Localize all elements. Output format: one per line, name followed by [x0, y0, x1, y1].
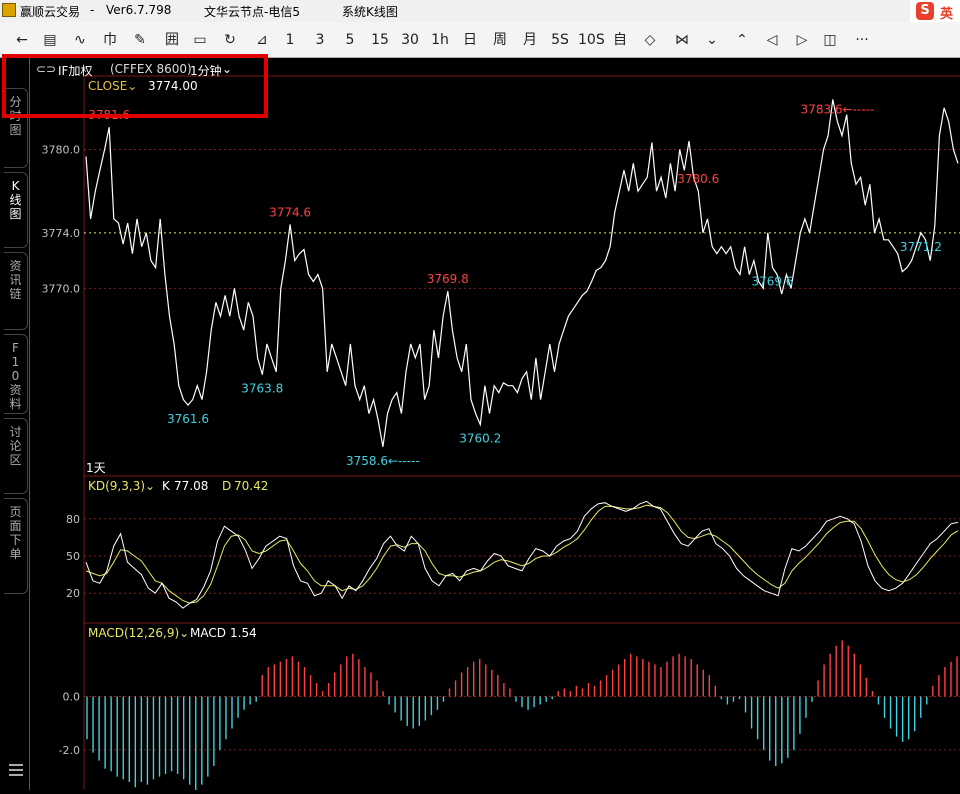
tab-discussion[interactable]: 讨论区: [4, 418, 28, 494]
kd-k-line: [85, 500, 959, 609]
tab-label: K线图: [9, 179, 22, 221]
title-separator: -: [90, 3, 95, 17]
ime-indicator[interactable]: S 英: [910, 0, 960, 22]
period-custom[interactable]: 自: [608, 29, 632, 51]
window-titlebar: 赢顺云交易 - Ver6.7.798 文华云节点-电信5 系统K线图 S 英: [0, 0, 960, 22]
tab-label: 讨论区: [9, 425, 22, 467]
high-price-label: 3780.6: [677, 172, 719, 186]
kd-tick-label: 20: [66, 587, 80, 600]
chevron-down-icon[interactable]: ⌄: [222, 62, 232, 76]
price-line: [85, 99, 959, 447]
close-indicator-label: CLOSE⌄: [88, 79, 137, 93]
ime-logo-icon: S: [916, 2, 934, 20]
high-price-label: 3781.6: [88, 108, 130, 122]
symbol-bar: ⊂⊃ IF加权 (CFFEX 8600) 1分钟 ⌄: [30, 60, 960, 78]
period-selector[interactable]: 1分钟: [190, 62, 222, 79]
macd-tick-label: -2.0: [59, 744, 80, 757]
low-price-label: 3771.2: [900, 240, 942, 254]
move-left-icon[interactable]: ◁: [760, 29, 784, 51]
save-icon[interactable]: ▭: [188, 29, 212, 51]
kd-k-name: K: [162, 479, 171, 493]
chart-canvas[interactable]: 3780.0 3774.0 3770.0 3781.6 3774.6 3769.8 3780…: [30, 58, 960, 790]
kd-d-value: 70.42: [234, 479, 268, 493]
kd-k-value: 77.08: [174, 479, 208, 493]
tab-f10[interactable]: F10资料: [4, 334, 28, 414]
left-sidebar: 分时图 K线图 资讯链 F10资料 讨论区 页面下单: [0, 58, 30, 790]
tab-label: 资讯链: [9, 259, 22, 301]
macd-indicator-label: MACD(12,26,9)⌄: [88, 626, 189, 640]
period-1h[interactable]: 1h: [428, 29, 452, 51]
low-price-label: 3760.2: [459, 432, 501, 446]
app-title: 赢顺云交易: [20, 5, 81, 19]
back-icon[interactable]: ←: [10, 29, 34, 51]
zoom-in-icon[interactable]: ◇: [638, 29, 662, 51]
line-chart-icon[interactable]: ∿: [68, 29, 92, 51]
period-week[interactable]: 周: [488, 29, 512, 51]
candlestick-icon[interactable]: 巾: [98, 29, 122, 51]
symbol-name[interactable]: IF加权: [58, 62, 92, 79]
app-version: Ver6.7.798: [106, 3, 172, 17]
high-price-label: 3774.6: [269, 206, 311, 220]
period-3m[interactable]: 3: [308, 29, 332, 51]
more-icon[interactable]: ···: [850, 29, 874, 51]
draw-tool-icon[interactable]: ✎: [128, 29, 152, 51]
link-icon[interactable]: ⊂⊃: [36, 62, 56, 76]
ime-language: 英: [940, 7, 954, 22]
move-right-icon[interactable]: ▷: [790, 29, 814, 51]
period-10s[interactable]: 10S: [578, 29, 605, 51]
macd-tick-label: 0.0: [63, 690, 81, 703]
indicator-icon[interactable]: 囲: [160, 29, 184, 51]
kd-tick-label: 50: [66, 550, 80, 563]
scroll-down-icon[interactable]: ⌄: [700, 29, 724, 51]
high-price-label: 3783.6←-----: [801, 103, 875, 117]
price-tick-label: 3774.0: [42, 227, 81, 240]
tab-label: 分时图: [9, 95, 22, 137]
chart-area[interactable]: 3780.0 3774.0 3770.0 3781.6 3774.6 3769.8 3780…: [30, 58, 960, 790]
period-30m[interactable]: 30: [398, 29, 422, 51]
tab-label: F10资料: [9, 341, 22, 411]
macd-name: MACD: [190, 626, 226, 640]
toolbar: ← ▤ ∿ 巾 ✎ 囲 ▭ ↻ ⊿ 1 3 5 15 30 1h 日周月 5S 10S 自 ◇ ⋈ ⌄ ⌃ ◁ ▷ ◫ ···: [0, 22, 960, 58]
quote-table-icon[interactable]: ▤: [38, 29, 62, 51]
kd-indicator-label: KD(9,3,3)⌄: [88, 479, 155, 493]
close-value: 3774.00: [148, 79, 198, 93]
kd-tick-label: 80: [66, 513, 80, 526]
period-5s[interactable]: 5S: [548, 29, 572, 51]
server-name: 文华云节点-电信5: [204, 5, 300, 19]
kd-d-line: [85, 504, 959, 604]
period-span-label: 1天: [86, 461, 106, 475]
period-1m[interactable]: 1: [278, 29, 302, 51]
tab-label: 页面下单: [9, 505, 22, 561]
period-day[interactable]: 日: [458, 29, 482, 51]
period-15m[interactable]: 15: [368, 29, 392, 51]
exchange-code: (CFFEX 8600): [110, 62, 192, 76]
refresh-icon[interactable]: ↻: [218, 29, 242, 51]
low-price-label: 3758.6←-----: [346, 454, 420, 468]
tab-news[interactable]: 资讯链: [4, 252, 28, 330]
tab-kline[interactable]: K线图: [4, 172, 28, 248]
layout-name: 系统K线图: [342, 5, 398, 19]
low-price-label: 3761.6: [167, 412, 209, 426]
low-price-label: 3769.6: [751, 275, 793, 289]
app-logo-icon: [2, 3, 16, 17]
low-price-label: 3763.8: [241, 382, 283, 396]
price-tick-label: 3780.0: [42, 143, 81, 156]
scroll-up-icon[interactable]: ⌃: [730, 29, 754, 51]
kd-d-name: D: [222, 479, 231, 493]
menu-icon[interactable]: [9, 764, 23, 776]
period-month[interactable]: 月: [518, 29, 542, 51]
trend-chart-icon[interactable]: ⊿: [250, 29, 274, 51]
split-view-icon[interactable]: ◫: [818, 29, 842, 51]
tab-order[interactable]: 页面下单: [4, 498, 28, 594]
macd-value: 1.54: [230, 626, 257, 640]
high-price-label: 3769.8: [427, 272, 469, 286]
price-tick-label: 3770.0: [42, 282, 81, 295]
tab-timeshare[interactable]: 分时图: [4, 88, 28, 168]
period-5m[interactable]: 5: [338, 29, 362, 51]
zoom-out-icon[interactable]: ⋈: [670, 29, 694, 51]
